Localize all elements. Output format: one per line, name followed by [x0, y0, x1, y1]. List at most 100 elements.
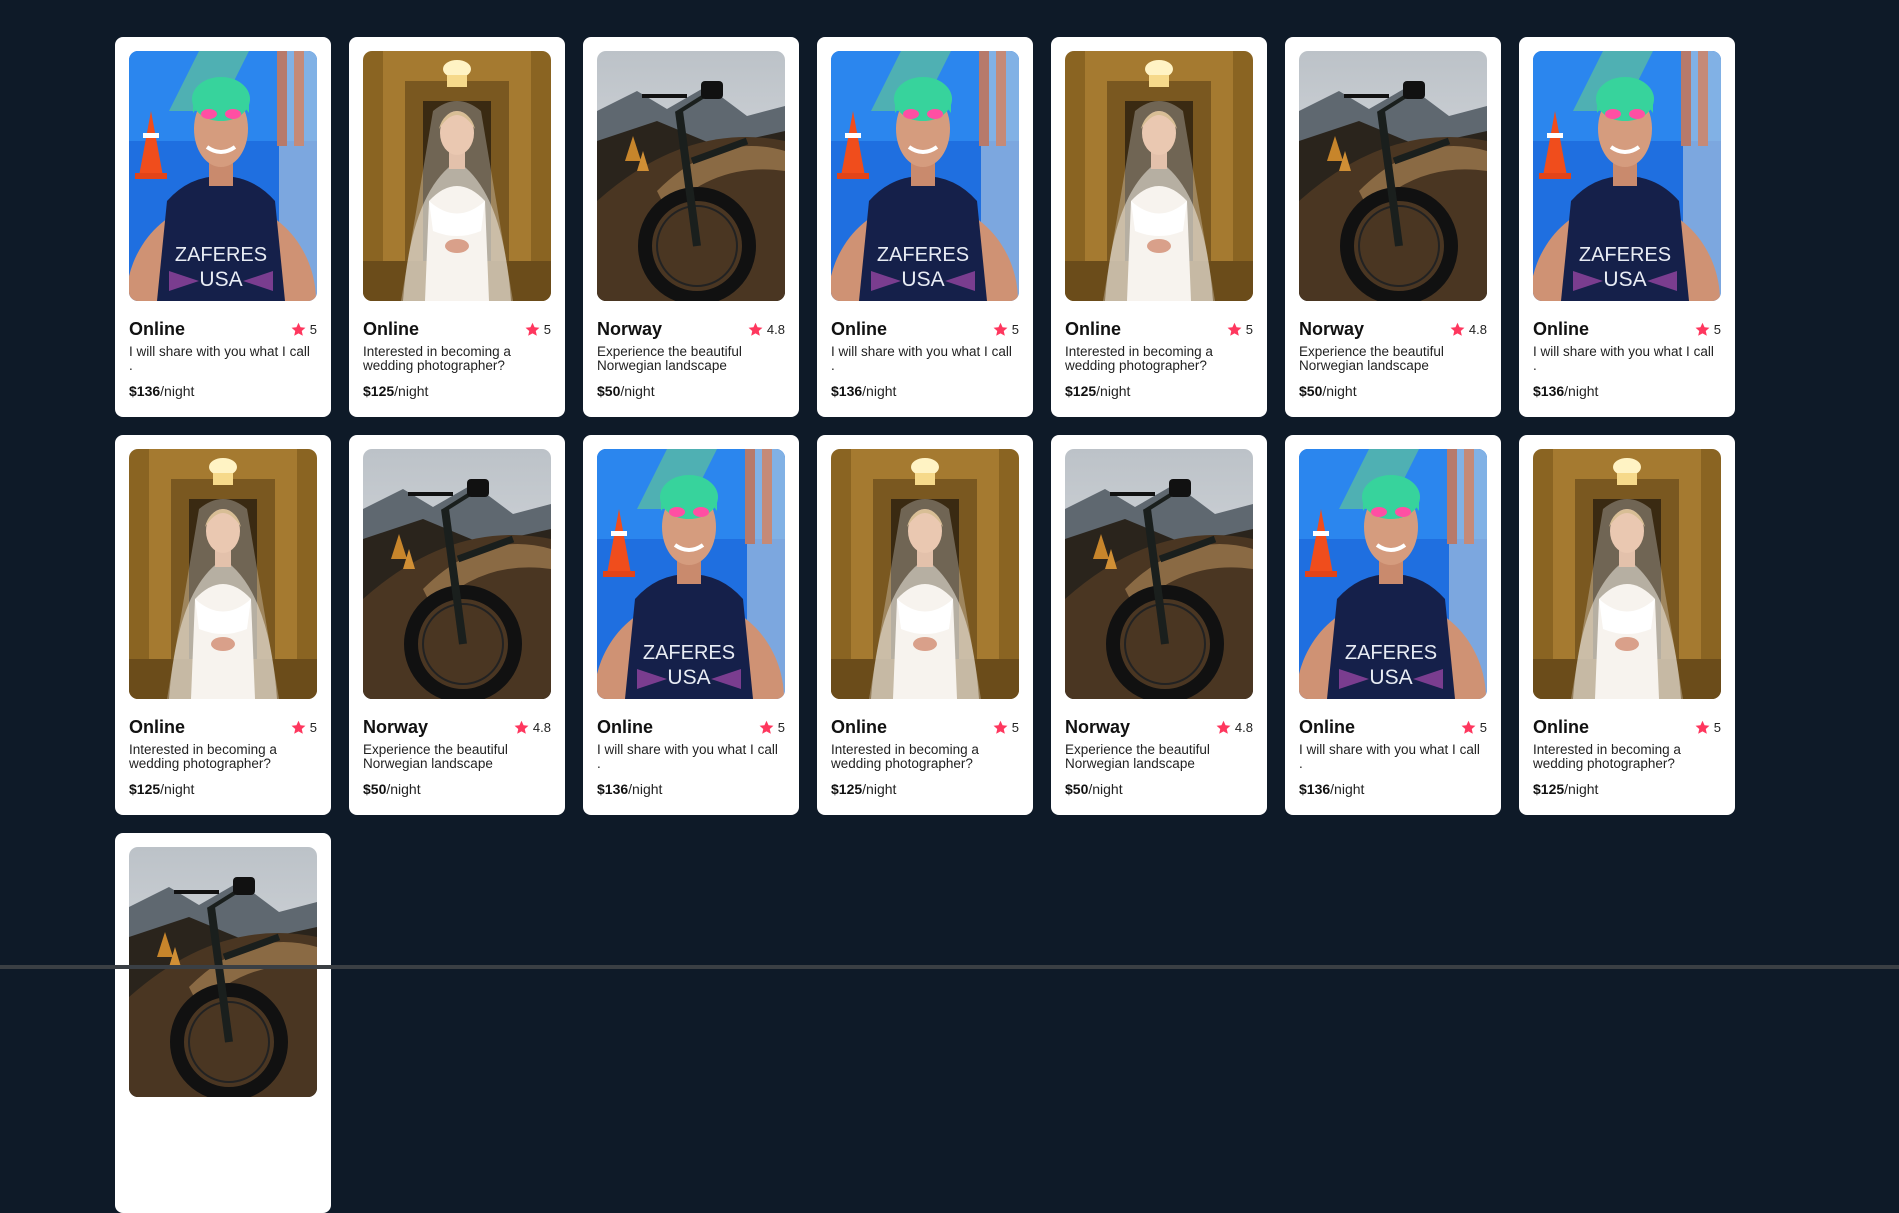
- svg-text:ZAFERES: ZAFERES: [1579, 244, 1671, 266]
- listing-price: $50: [1299, 383, 1323, 399]
- listing-photo-swimmer[interactable]: ZAFERES USA: [129, 51, 317, 301]
- listing-card[interactable]: [115, 833, 331, 1213]
- price-unit: /night: [1322, 383, 1357, 399]
- listing-card[interactable]: Online 5 Interested in becoming a wedding …: [349, 37, 565, 417]
- star-icon: [1215, 719, 1232, 736]
- listing-description: Experience the beautiful Norwegian lands…: [597, 344, 742, 373]
- listing-card[interactable]: ZAFERES USA Online 5 I will share with you…: [1285, 435, 1501, 815]
- listing-header: Norway 4.8: [1299, 319, 1487, 339]
- listing-rating: 5: [290, 719, 317, 736]
- listing-price: $50: [597, 383, 621, 399]
- listing-rating: 5: [290, 321, 317, 338]
- listing-header: Online 5: [597, 717, 785, 737]
- rating-value: 5: [1011, 321, 1019, 337]
- listing-price-row: $50/night: [597, 383, 785, 399]
- listing-card[interactable]: Norway 4.8 Experience the beautiful Norweg…: [1051, 435, 1267, 815]
- star-icon: [524, 321, 541, 338]
- listing-card[interactable]: Online 5 Interested in becoming a wedding …: [817, 435, 1033, 815]
- listing-rating: 5: [758, 719, 785, 736]
- listing-price: $136: [831, 383, 863, 399]
- listing-card[interactable]: Norway 4.8 Experience the beautiful Norweg…: [349, 435, 565, 815]
- listing-photo-bride[interactable]: [363, 51, 551, 301]
- listing-location: Norway: [363, 716, 429, 737]
- listing-card[interactable]: Online 5 Interested in becoming a wedding …: [1519, 435, 1735, 815]
- listing-rating: 5: [992, 719, 1019, 736]
- listing-photo-bride[interactable]: [1065, 51, 1253, 301]
- listing-card[interactable]: Online 5 Interested in becoming a wedding …: [1051, 37, 1267, 417]
- listing-header: Online 5: [363, 319, 551, 339]
- listing-description: Interested in becoming a wedding photogr…: [363, 344, 511, 373]
- listing-location: Online: [1299, 716, 1356, 737]
- star-icon: [290, 321, 307, 338]
- star-icon: [1694, 321, 1711, 338]
- svg-text:ZAFERES: ZAFERES: [877, 244, 969, 266]
- listing-location: Online: [597, 716, 654, 737]
- rating-value: 5: [1011, 719, 1019, 735]
- listing-photo-bride[interactable]: [1533, 449, 1721, 699]
- listing-card[interactable]: ZAFERES USA Online 5 I will share with you…: [1519, 37, 1735, 417]
- listing-rating: 5: [1226, 321, 1253, 338]
- rating-value: 4.8: [532, 719, 551, 735]
- listing-card[interactable]: ZAFERES USA Online 5 I will share with you…: [817, 37, 1033, 417]
- listing-description: Experience the beautiful Norwegian lands…: [1299, 344, 1444, 373]
- svg-text:USA: USA: [199, 268, 242, 291]
- listing-price: $125: [129, 781, 161, 797]
- rating-value: 5: [309, 719, 317, 735]
- listing-price-row: $50/night: [363, 781, 551, 797]
- listing-description: Interested in becoming a wedding photogr…: [1065, 344, 1213, 373]
- listing-photo-bike[interactable]: [1299, 51, 1487, 301]
- listing-card[interactable]: ZAFERES USA Online 5 I will share with you…: [583, 435, 799, 815]
- svg-text:USA: USA: [1603, 268, 1646, 291]
- listing-photo-swimmer[interactable]: ZAFERES USA: [1533, 51, 1721, 301]
- price-unit: /night: [160, 383, 195, 399]
- listing-card[interactable]: ZAFERES USA Online 5 I will share with you…: [115, 37, 331, 417]
- listing-photo-bride[interactable]: [831, 449, 1019, 699]
- star-icon: [1460, 719, 1477, 736]
- listing-price-row: $136/night: [1533, 383, 1721, 399]
- listing-price-row: $125/night: [1533, 781, 1721, 797]
- listing-card[interactable]: Norway 4.8 Experience the beautiful Norweg…: [1285, 37, 1501, 417]
- listing-description: I will share with you what I call .: [1299, 742, 1480, 771]
- listing-photo-bike[interactable]: [129, 847, 317, 1097]
- listing-location: Online: [363, 318, 420, 339]
- listing-header: Online 5: [129, 717, 317, 737]
- listing-price-row: $50/night: [1299, 383, 1487, 399]
- listing-price-row: $125/night: [363, 383, 551, 399]
- window-bottom-edge: [0, 965, 1899, 969]
- svg-text:ZAFERES: ZAFERES: [643, 642, 735, 664]
- listing-price-row: $125/night: [1065, 383, 1253, 399]
- listing-rating: 5: [1694, 719, 1721, 736]
- listing-location: Online: [1533, 318, 1590, 339]
- star-icon: [758, 719, 775, 736]
- listing-location: Norway: [1065, 716, 1131, 737]
- listing-photo-swimmer[interactable]: ZAFERES USA: [1299, 449, 1487, 699]
- listing-photo-bike[interactable]: [1065, 449, 1253, 699]
- listing-description: Interested in becoming a wedding photogr…: [1533, 742, 1681, 771]
- listing-rating: 5: [524, 321, 551, 338]
- listing-header: Norway 4.8: [1065, 717, 1253, 737]
- listing-rating: 5: [992, 321, 1019, 338]
- listing-header: Online 5: [1065, 319, 1253, 339]
- listing-photo-bike[interactable]: [597, 51, 785, 301]
- price-unit: /night: [160, 781, 195, 797]
- listing-photo-swimmer[interactable]: ZAFERES USA: [597, 449, 785, 699]
- listing-price-row: $136/night: [1299, 781, 1487, 797]
- listing-header: Norway 4.8: [597, 319, 785, 339]
- listing-card[interactable]: Online 5 Interested in becoming a wedding …: [115, 435, 331, 815]
- listing-photo-bride[interactable]: [129, 449, 317, 699]
- listing-photo-bike[interactable]: [363, 449, 551, 699]
- rating-value: 4.8: [1468, 321, 1487, 337]
- listing-price: $136: [1533, 383, 1565, 399]
- listing-card[interactable]: Norway 4.8 Experience the beautiful Norweg…: [583, 37, 799, 417]
- listing-price-row: $125/night: [129, 781, 317, 797]
- listing-price: $50: [1065, 781, 1089, 797]
- listing-price: $125: [1065, 383, 1097, 399]
- listing-header: Norway 4.8: [363, 717, 551, 737]
- listing-photo-swimmer[interactable]: ZAFERES USA: [831, 51, 1019, 301]
- listing-rating: 4.8: [747, 321, 785, 338]
- price-unit: /night: [1564, 781, 1599, 797]
- rating-value: 5: [543, 321, 551, 337]
- listing-location: Online: [1065, 318, 1122, 339]
- star-icon: [1449, 321, 1466, 338]
- listing-rating: 5: [1460, 719, 1487, 736]
